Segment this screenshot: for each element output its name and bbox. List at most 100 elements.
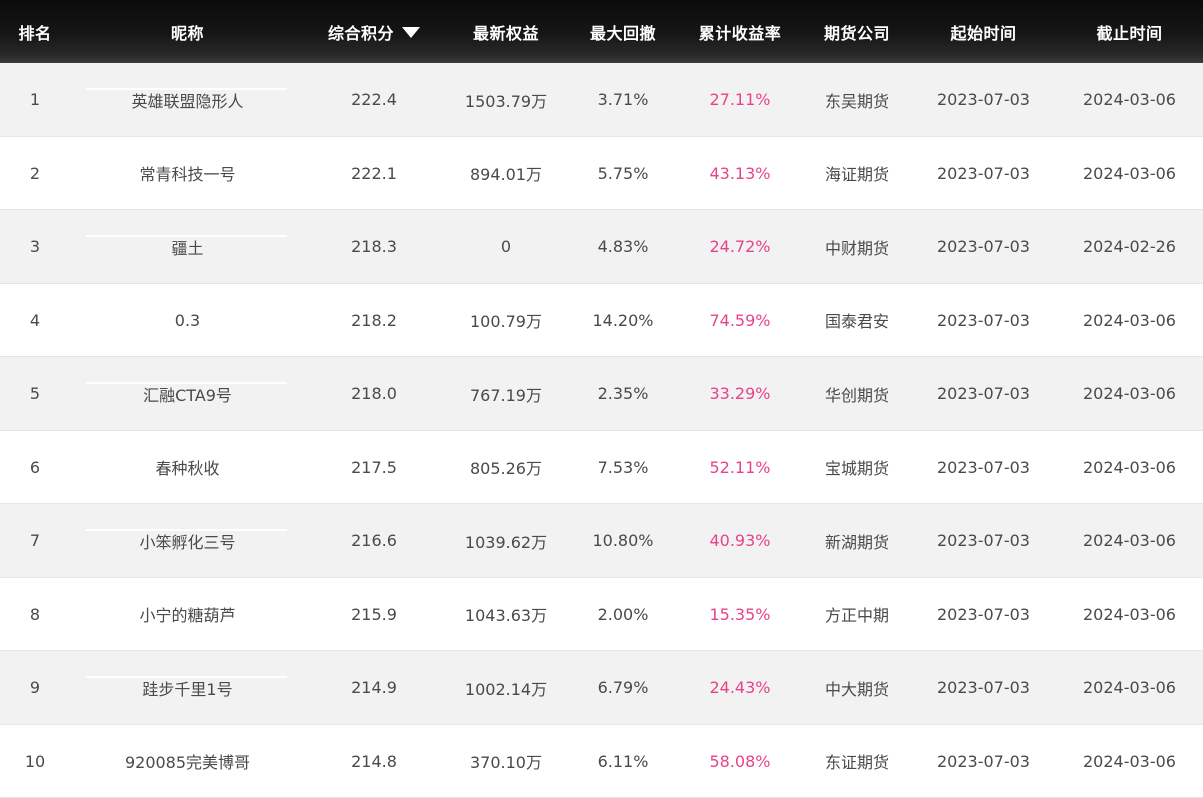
cell-equity: 0 (500, 237, 512, 257)
cell-company: 海证期货 (824, 165, 889, 185)
cell-score: 218.2 (351, 310, 397, 330)
cell-nickname: 0.3 (174, 310, 201, 330)
cell-start-date: 2023-07-03 (937, 310, 1030, 330)
cell-start-date: 2023-07-03 (937, 678, 1030, 698)
header-company[interactable]: 期货公司 (803, 20, 911, 44)
table-body: 1 英雄联盟隐形人 222.4 1503.79万 3.71% 27.11% 东吴期货 2023… (0, 63, 1203, 798)
cell-rank: 6 (29, 457, 41, 477)
cell-company: 新湖期货 (824, 532, 889, 552)
cell-nickname: 920085完美博哥 (124, 753, 251, 773)
cell-drawdown: 4.83% (597, 237, 649, 257)
cell-yield: 27.11% (709, 90, 771, 110)
cell-rank: 5 (29, 384, 41, 404)
header-equity[interactable]: 最新权益 (443, 20, 569, 44)
cell-yield: 24.43% (709, 678, 771, 698)
cell-rank: 8 (29, 604, 41, 624)
cell-drawdown: 6.79% (597, 678, 649, 698)
table-row[interactable]: 3 疆土 218.3 0 4.83% 24.72% 中财期货 2023-07-03 2024-0… (0, 210, 1203, 284)
table-row[interactable]: 8 小宁的糖葫芦 215.9 1043.63万 2.00% 15.35% 方正中期 2023-… (0, 577, 1203, 651)
cell-nickname: 小宁的糖葫芦 (139, 606, 236, 626)
cell-score: 218.3 (351, 237, 397, 257)
cell-score: 215.9 (351, 604, 397, 624)
cell-drawdown: 2.00% (597, 604, 649, 624)
cell-end-date: 2024-03-06 (1083, 384, 1176, 404)
cell-nickname: 汇融CTA9号 (70, 381, 305, 406)
cell-equity: 1043.63万 (464, 606, 548, 626)
cell-end-date: 2024-03-06 (1083, 751, 1176, 771)
cell-yield: 33.29% (709, 384, 771, 404)
cell-start-date: 2023-07-03 (937, 163, 1030, 183)
cell-company: 东吴期货 (824, 91, 889, 111)
cell-score: 218.0 (351, 384, 397, 404)
table-row[interactable]: 10 920085完美博哥 214.8 370.10万 6.11% 58.08% 东证期货 2… (0, 724, 1203, 798)
cell-rank: 2 (29, 163, 41, 183)
cell-start-date: 2023-07-03 (937, 384, 1030, 404)
table-header: 排名 昵称 综合积分 最新权益 最大回撤 累计收益率 期货公司 起始时间 截止时… (0, 0, 1203, 63)
ranking-table: 排名 昵称 综合积分 最新权益 最大回撤 累计收益率 期货公司 起始时间 截止时… (0, 0, 1203, 798)
table-row[interactable]: 6 春种秋收 217.5 805.26万 7.53% 52.11% 宝城期货 2023-07-… (0, 430, 1203, 504)
cell-yield: 15.35% (709, 604, 771, 624)
cell-score: 222.4 (351, 90, 397, 110)
cell-drawdown: 10.80% (592, 531, 654, 551)
header-start[interactable]: 起始时间 (911, 20, 1056, 44)
cell-yield: 43.13% (709, 163, 771, 183)
header-score-label: 综合积分 (327, 23, 394, 43)
table-row[interactable]: 1 英雄联盟隐形人 222.4 1503.79万 3.71% 27.11% 东吴期货 2023… (0, 63, 1203, 137)
cell-equity: 894.01万 (470, 165, 542, 185)
cell-score: 217.5 (351, 457, 397, 477)
cell-start-date: 2023-07-03 (937, 90, 1030, 110)
table-row[interactable]: 9 跬步千里1号 214.9 1002.14万 6.79% 24.43% 中大期货 2023-… (0, 651, 1203, 725)
header-nickname[interactable]: 昵称 (70, 20, 305, 44)
cell-nickname: 英雄联盟隐形人 (70, 87, 305, 112)
table-row[interactable]: 7 小笨孵化三号 216.6 1039.62万 10.80% 40.93% 新湖期货 2023… (0, 504, 1203, 578)
header-score-sort[interactable]: 综合积分 (305, 20, 443, 44)
cell-drawdown: 3.71% (597, 90, 649, 110)
table-row[interactable]: 2 常青科技一号 222.1 894.01万 5.75% 43.13% 海证期货 2023-0… (0, 136, 1203, 210)
cell-end-date: 2024-03-06 (1083, 90, 1176, 110)
cell-end-date: 2024-03-06 (1083, 457, 1176, 477)
cell-yield: 52.11% (709, 457, 771, 477)
cell-company: 中财期货 (824, 238, 889, 258)
cell-rank: 4 (29, 310, 41, 330)
cell-drawdown: 2.35% (597, 384, 649, 404)
cell-drawdown: 5.75% (597, 163, 649, 183)
cell-equity: 767.19万 (470, 385, 542, 405)
cell-nickname: 小笨孵化三号 (70, 528, 305, 553)
cell-score: 214.9 (351, 678, 397, 698)
cell-yield: 74.59% (709, 310, 771, 330)
sort-down-icon[interactable] (402, 26, 420, 38)
cell-drawdown: 14.20% (592, 310, 654, 330)
cell-equity: 1039.62万 (464, 532, 548, 552)
cell-rank: 7 (29, 531, 41, 551)
cell-start-date: 2023-07-03 (937, 604, 1030, 624)
cell-equity: 370.10万 (470, 753, 542, 773)
cell-equity: 1503.79万 (464, 91, 548, 111)
header-drawdown[interactable]: 最大回撤 (569, 20, 677, 44)
cell-nickname: 跬步千里1号 (70, 675, 305, 700)
cell-end-date: 2024-03-06 (1083, 604, 1176, 624)
header-end[interactable]: 截止时间 (1056, 20, 1203, 44)
cell-yield: 40.93% (709, 531, 771, 551)
cell-end-date: 2024-03-06 (1083, 310, 1176, 330)
cell-end-date: 2024-03-06 (1083, 531, 1176, 551)
cell-company: 国泰君安 (824, 312, 889, 332)
cell-company: 东证期货 (824, 753, 889, 773)
header-yield[interactable]: 累计收益率 (677, 20, 803, 44)
table-row[interactable]: 4 0.3 218.2 100.79万 14.20% 74.59% 国泰君安 2023-07-… (0, 283, 1203, 357)
cell-end-date: 2024-03-06 (1083, 163, 1176, 183)
cell-start-date: 2023-07-03 (937, 751, 1030, 771)
cell-company: 方正中期 (824, 606, 889, 626)
cell-nickname: 春种秋收 (155, 459, 220, 479)
cell-nickname: 疆土 (70, 234, 305, 259)
cell-score: 214.8 (351, 751, 397, 771)
header-rank[interactable]: 排名 (0, 20, 70, 44)
cell-yield: 58.08% (709, 751, 771, 771)
cell-score: 222.1 (351, 163, 397, 183)
cell-start-date: 2023-07-03 (937, 237, 1030, 257)
cell-start-date: 2023-07-03 (937, 531, 1030, 551)
cell-drawdown: 7.53% (597, 457, 649, 477)
cell-yield: 24.72% (709, 237, 771, 257)
cell-company: 宝城期货 (824, 459, 889, 479)
table-row[interactable]: 5 汇融CTA9号 218.0 767.19万 2.35% 33.29% 华创期货 2023-… (0, 357, 1203, 431)
cell-rank: 3 (29, 237, 41, 257)
